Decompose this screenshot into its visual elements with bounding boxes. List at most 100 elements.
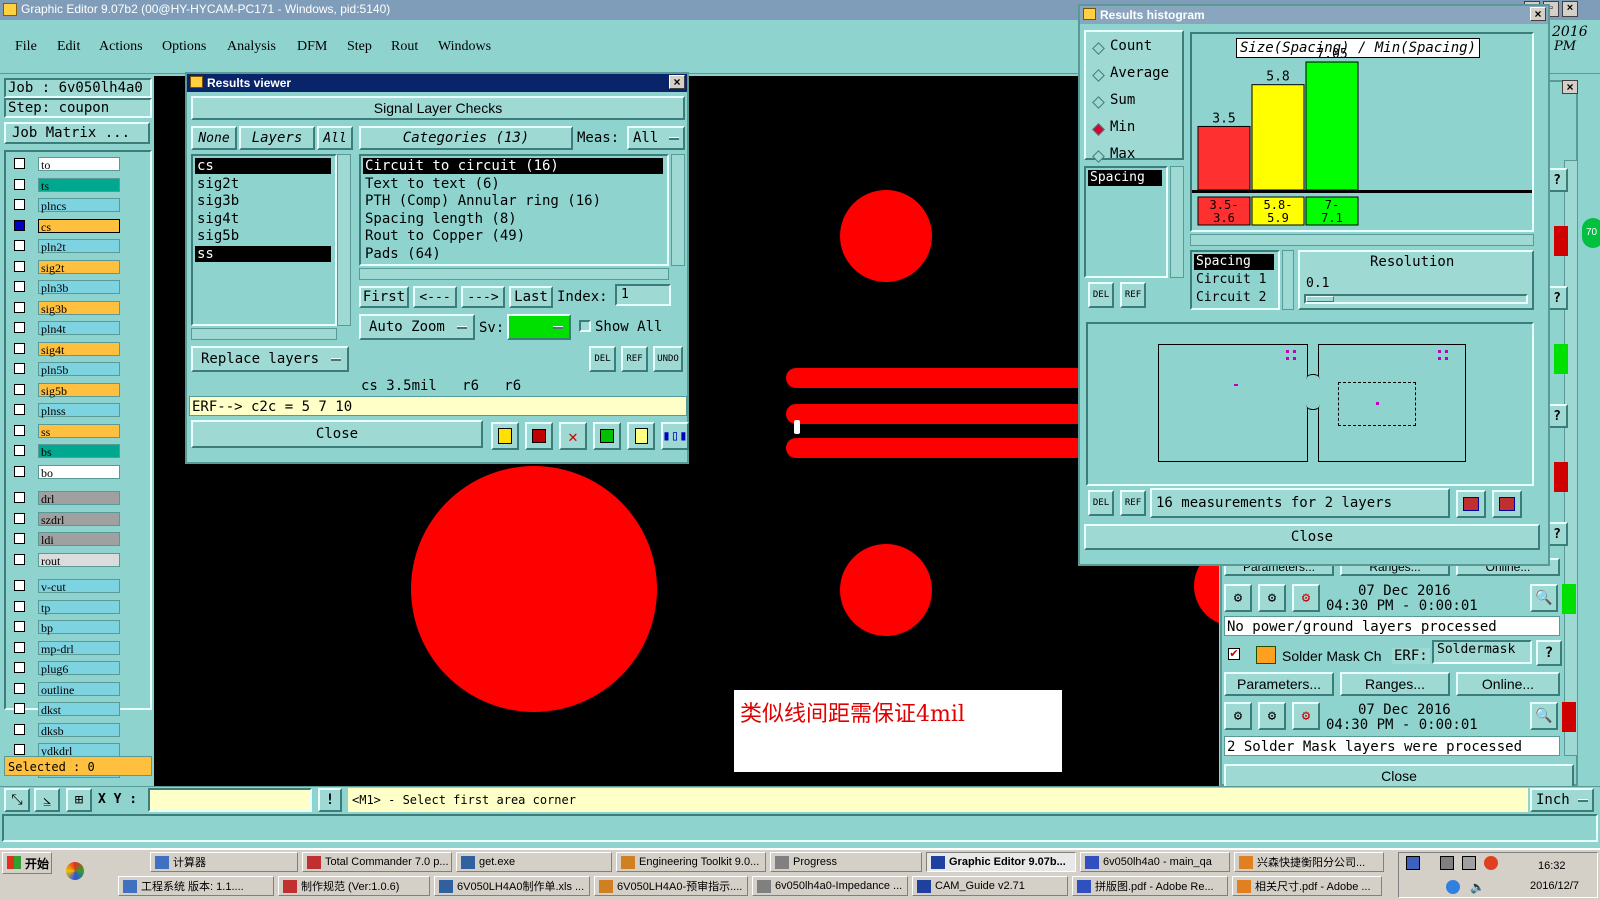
layer-row[interactable]: to bbox=[6, 156, 150, 172]
histogram-close-icon[interactable]: × bbox=[1530, 7, 1546, 21]
layer-visibility-checkbox[interactable] bbox=[14, 322, 25, 333]
layer-name[interactable]: sig5b bbox=[38, 382, 120, 398]
layer-row[interactable]: dkst bbox=[6, 701, 150, 717]
taskbar-button[interactable]: Progress bbox=[770, 852, 922, 872]
layer-list-item[interactable]: sig3b bbox=[195, 193, 331, 209]
categories-scrollbar[interactable] bbox=[671, 154, 685, 266]
taskbar-button[interactable]: Total Commander 7.0 p... bbox=[302, 852, 452, 872]
category-list-item[interactable]: Spacing length (8) bbox=[363, 211, 663, 227]
clock-date[interactable]: 2016/12/7 bbox=[1530, 880, 1579, 892]
layer-name[interactable]: plug6 bbox=[38, 661, 120, 676]
run-all-icon-2[interactable]: ⚙ bbox=[1258, 702, 1286, 730]
min-radio[interactable] bbox=[1092, 123, 1105, 136]
taskbar-button[interactable]: 6V050LH4A0制作单.xls ... bbox=[434, 876, 590, 896]
layer-row[interactable]: cs bbox=[6, 218, 150, 234]
layer-list-item[interactable]: cs bbox=[195, 158, 331, 174]
layer-name[interactable]: bp bbox=[38, 620, 120, 635]
taskbar-button[interactable]: 6V050LH4A0-预审指示.... bbox=[594, 876, 748, 896]
layer-name[interactable]: mp-drl bbox=[38, 640, 120, 656]
layer-name[interactable]: sig2t bbox=[38, 259, 120, 275]
layer-row[interactable]: plnss bbox=[6, 402, 150, 418]
layer-visibility-checkbox[interactable] bbox=[14, 260, 25, 272]
layer-row[interactable]: sig3b bbox=[6, 300, 150, 316]
meas-select[interactable]: All bbox=[627, 126, 685, 150]
layer-row[interactable]: sig4t bbox=[6, 341, 150, 357]
layer-visibility-checkbox[interactable] bbox=[14, 744, 25, 755]
layer-visibility-checkbox[interactable] bbox=[14, 342, 25, 354]
show-all-checkbox[interactable] bbox=[579, 320, 591, 332]
parameters-button[interactable]: Parameters... bbox=[1224, 672, 1334, 696]
layer-name[interactable]: outline bbox=[38, 681, 120, 697]
layer-name[interactable]: sig3b bbox=[38, 300, 120, 316]
index-input[interactable]: 1 bbox=[615, 284, 671, 306]
histogram-bar[interactable] bbox=[1197, 125, 1251, 191]
layer-row[interactable]: pln4t bbox=[6, 320, 150, 336]
category-list-item[interactable]: Text to text (6) bbox=[363, 176, 663, 192]
layer-row[interactable]: sig2t bbox=[6, 259, 150, 275]
max-radio[interactable] bbox=[1092, 150, 1105, 163]
taskbar-button[interactable]: 拼版图.pdf - Adobe Re... bbox=[1072, 876, 1228, 896]
layer-visibility-checkbox[interactable] bbox=[14, 492, 25, 503]
layer-name[interactable]: szdrl bbox=[38, 511, 120, 527]
category-list-item[interactable]: Rout to Copper (49) bbox=[363, 228, 663, 244]
layer-list-item[interactable]: sig2t bbox=[195, 176, 331, 192]
category-list-item[interactable]: Circuit to circuit (16) bbox=[363, 158, 663, 174]
tray-icon-2[interactable] bbox=[1440, 856, 1454, 870]
layer-visibility-checkbox[interactable] bbox=[14, 533, 25, 544]
snap-icon[interactable]: ⤡ bbox=[4, 788, 30, 812]
layer-visibility-checkbox[interactable] bbox=[14, 682, 25, 694]
layer-visibility-checkbox[interactable] bbox=[14, 363, 25, 374]
taskbar-button[interactable]: 相关尺寸.pdf - Adobe ... bbox=[1232, 876, 1382, 896]
layer-row[interactable]: pln5b bbox=[6, 361, 150, 377]
online-button[interactable]: Online... bbox=[1456, 672, 1560, 696]
job-matrix-button[interactable]: Job Matrix ... bbox=[4, 122, 150, 144]
layer-row[interactable]: plncs bbox=[6, 197, 150, 213]
preview-del-button[interactable]: DEL bbox=[1088, 490, 1114, 516]
menu-windows[interactable]: Windows bbox=[438, 39, 491, 55]
menu-rout[interactable]: Rout bbox=[391, 39, 418, 55]
import-icon[interactable] bbox=[1492, 490, 1522, 518]
layer-visibility-checkbox[interactable] bbox=[14, 621, 25, 632]
layer-visibility-checkbox[interactable] bbox=[14, 512, 25, 524]
layer-row[interactable]: szdrl bbox=[6, 511, 150, 527]
zoom-icon-2[interactable]: 🔍 bbox=[1530, 702, 1558, 730]
taskbar-button[interactable]: Graphic Editor 9.07b... bbox=[926, 852, 1076, 872]
layer-name[interactable]: v-cut bbox=[38, 579, 120, 594]
run-icon[interactable]: ⚙ bbox=[1224, 584, 1252, 612]
sv-color-select[interactable] bbox=[507, 314, 571, 340]
grid-icon[interactable]: ⊞ bbox=[66, 788, 92, 812]
units-select[interactable]: Inch bbox=[1530, 788, 1594, 812]
histogram-icon[interactable]: ▮▯▮ bbox=[661, 422, 689, 450]
layer-row[interactable]: dksb bbox=[6, 722, 150, 738]
circuit2-list-item[interactable]: Circuit 2 bbox=[1194, 290, 1266, 305]
histogram-item-list[interactable]: Spacing bbox=[1084, 166, 1168, 278]
layer-list-item[interactable]: sig4t bbox=[195, 211, 331, 227]
layer-row[interactable]: mp-drl bbox=[6, 640, 150, 656]
layer-name[interactable]: ss bbox=[38, 423, 120, 439]
categories-listbox[interactable]: Circuit to circuit (16) Text to text (6) P… bbox=[359, 154, 669, 266]
layer-visibility-checkbox[interactable] bbox=[14, 662, 25, 673]
layer-list-item[interactable]: ss bbox=[195, 246, 331, 262]
alert-icon[interactable]: ! bbox=[318, 788, 342, 812]
tray-icon-4[interactable] bbox=[1484, 856, 1498, 870]
next-button[interactable]: ---> bbox=[461, 286, 505, 308]
ref-button[interactable]: REF bbox=[621, 346, 648, 372]
help-icon[interactable]: ? bbox=[1536, 640, 1562, 666]
layer-visibility-checkbox[interactable] bbox=[14, 281, 25, 292]
layer-visibility-checkbox[interactable] bbox=[14, 219, 25, 231]
layer-name[interactable]: plncs bbox=[38, 198, 120, 213]
histogram-bar[interactable] bbox=[1305, 61, 1359, 191]
chart-hscroll[interactable] bbox=[1190, 234, 1534, 246]
layer-row[interactable]: bo bbox=[6, 464, 150, 480]
layer-visibility-checkbox[interactable] bbox=[14, 600, 25, 612]
resolution-slider-handle[interactable] bbox=[1306, 296, 1334, 302]
histogram-close-button[interactable]: Close bbox=[1084, 524, 1540, 550]
notes-icon[interactable] bbox=[627, 422, 655, 450]
category-list-item[interactable]: Pads (64) bbox=[363, 246, 663, 262]
taskbar-button[interactable]: 工程系统 版本: 1.1.... bbox=[118, 876, 274, 896]
layer-list-item[interactable]: sig5b bbox=[195, 228, 331, 244]
quicklaunch-icon[interactable] bbox=[66, 862, 84, 880]
xy-input[interactable] bbox=[148, 788, 312, 812]
histogram-ref-button[interactable]: REF bbox=[1120, 282, 1146, 308]
layer-row[interactable]: pln2t bbox=[6, 238, 150, 254]
